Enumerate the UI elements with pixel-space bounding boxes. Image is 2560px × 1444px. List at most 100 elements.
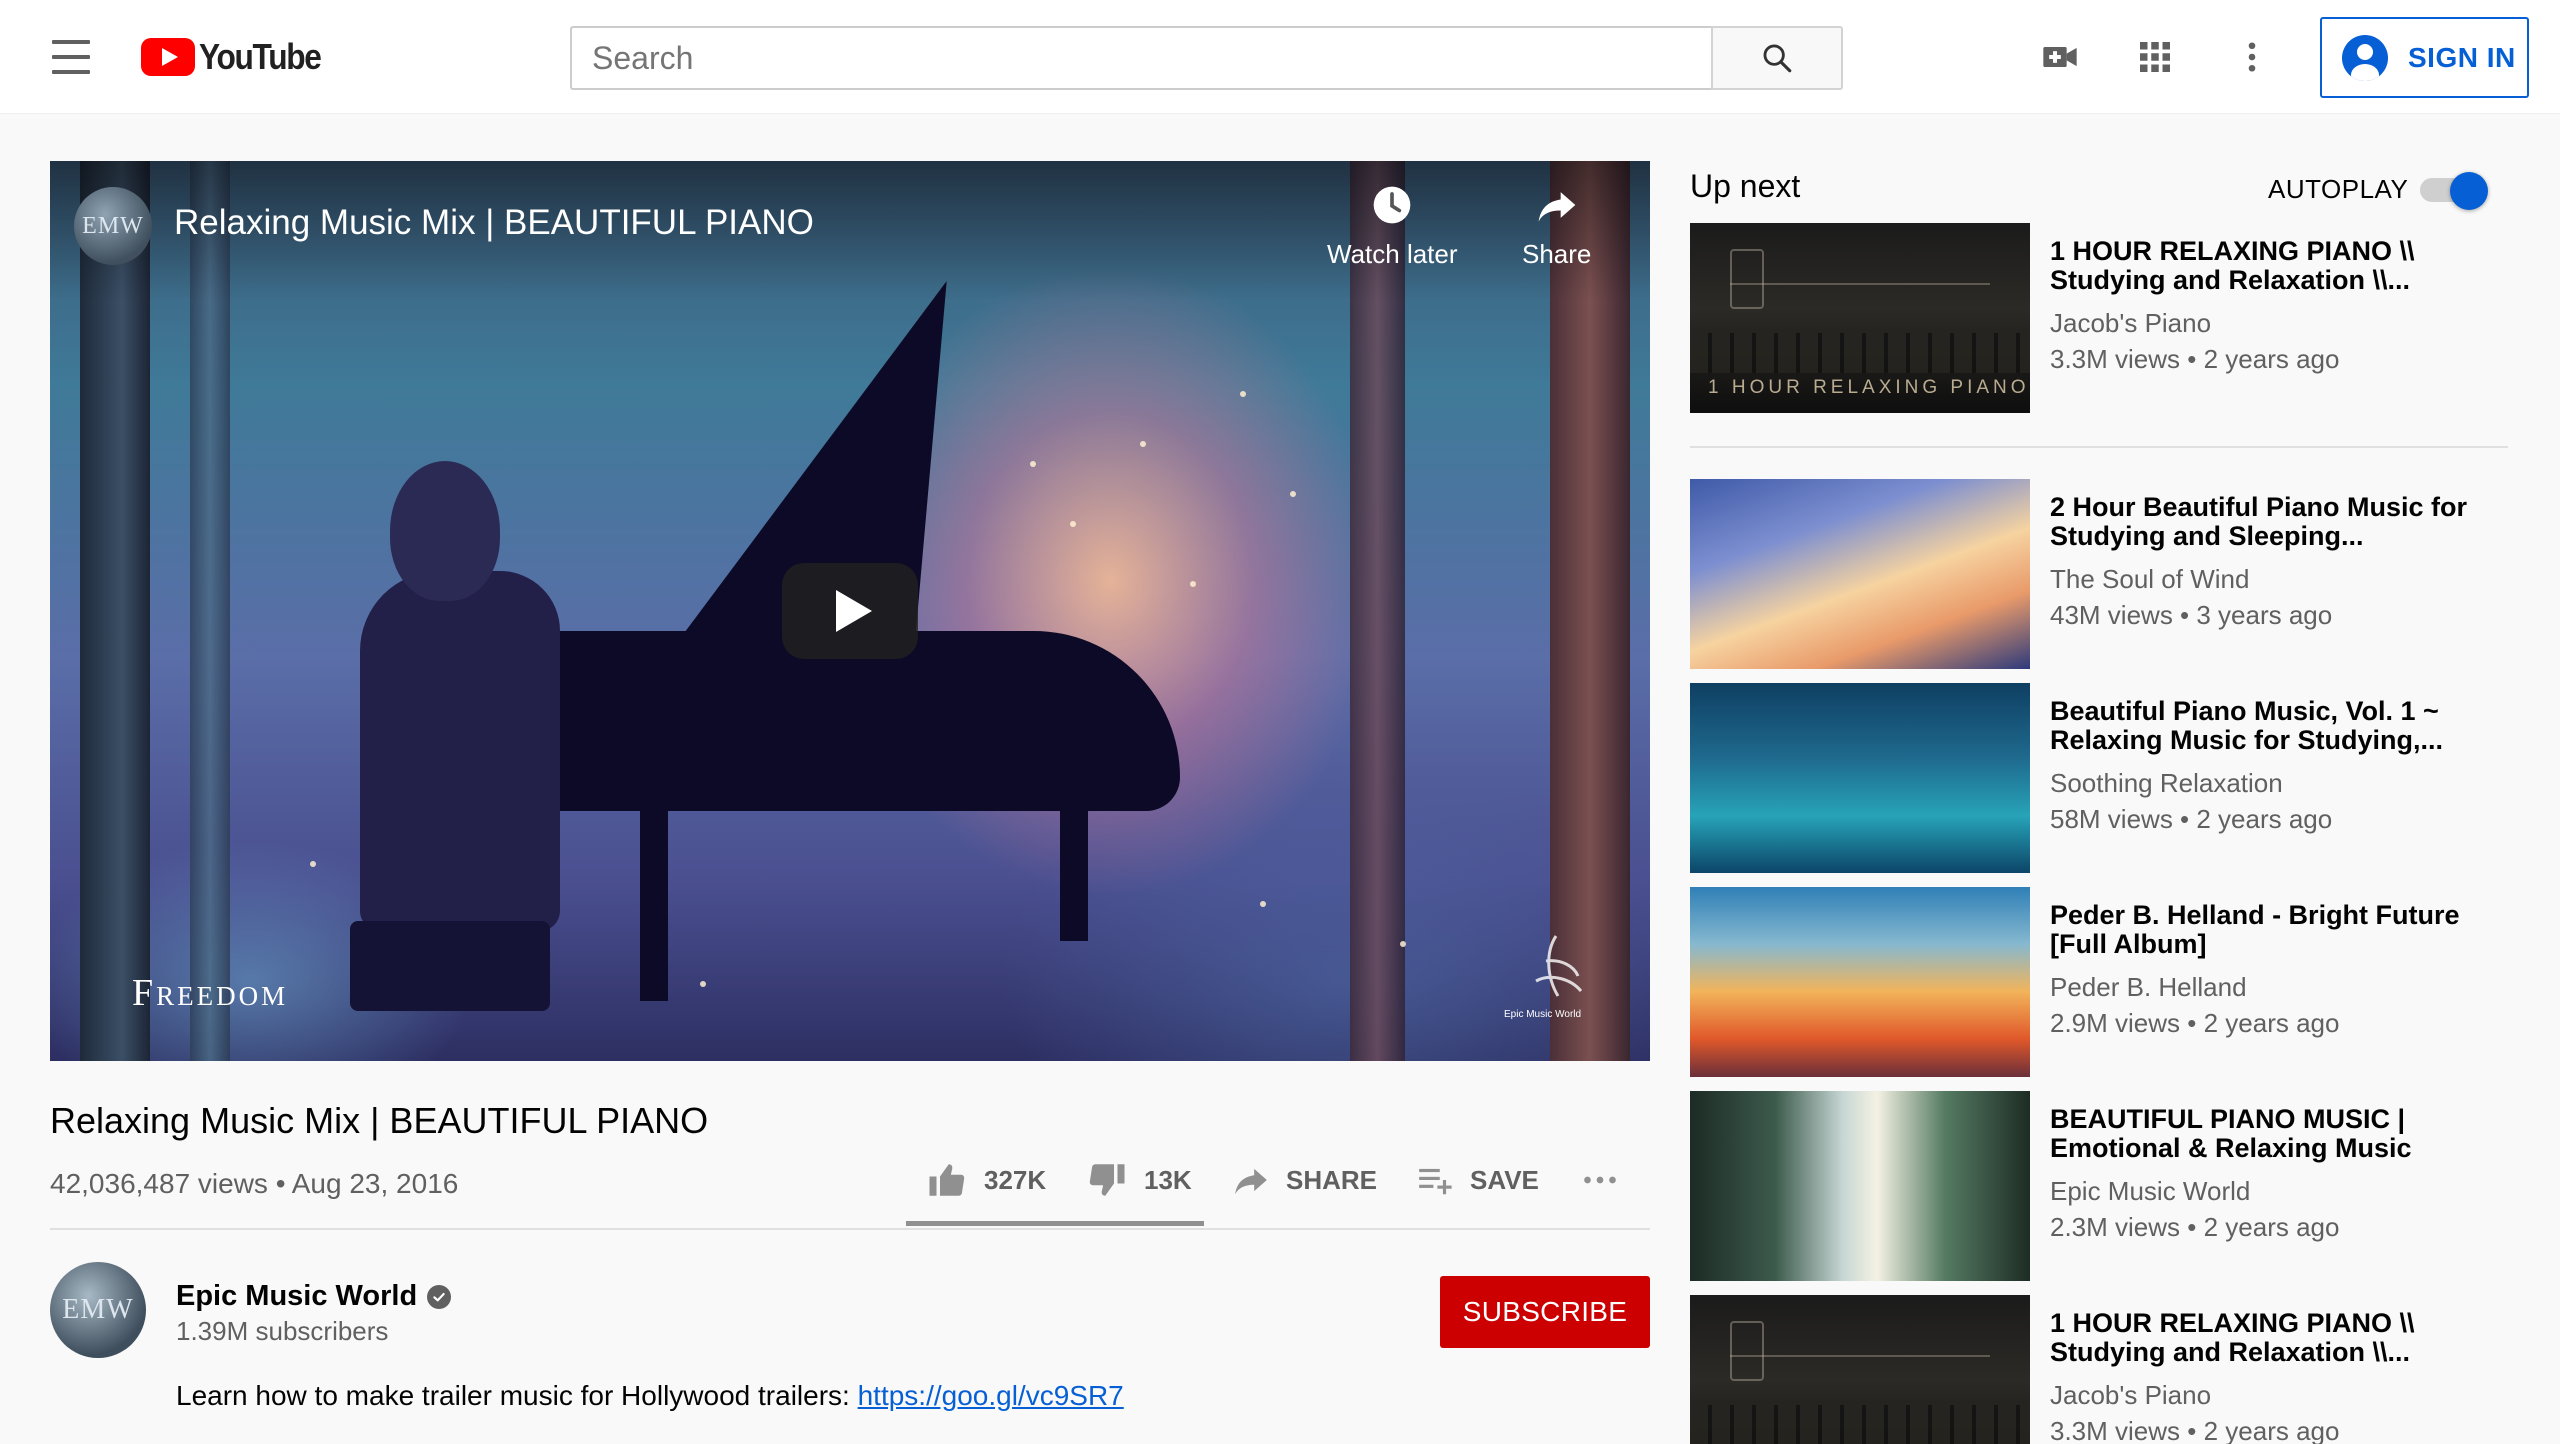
autoplay-label: AUTOPLAY xyxy=(2268,174,2409,204)
recommendation-channel: Jacob's Piano xyxy=(2050,308,2212,338)
like-button[interactable]: 327K xyxy=(926,1158,1046,1202)
video-thumbnail[interactable] xyxy=(1690,479,2030,669)
sparkle xyxy=(1140,441,1146,447)
save-button[interactable]: SAVE xyxy=(1416,1158,1539,1202)
search-box xyxy=(570,26,1843,90)
player-share-label: Share xyxy=(1522,239,1592,269)
search-input[interactable] xyxy=(570,26,1711,90)
watermark-text: Epic Music World xyxy=(1504,1009,1582,1020)
description-text: Learn how to make trailer music for Holl… xyxy=(176,1380,858,1411)
recommendation-item[interactable]: BEAUTIFUL PIANO MUSIC | Emotional & Rela… xyxy=(1690,1091,2530,1281)
pianist-figure xyxy=(360,571,560,931)
recommendation-meta: 58M views • 2 years ago xyxy=(2050,804,2333,834)
player-channel-avatar[interactable]: EMW xyxy=(74,187,152,265)
recommendation-item[interactable]: Peder B. Helland - Bright Future [Full A… xyxy=(1690,887,2530,1077)
video-thumbnail[interactable]: 1 HOUR RELAXING PIANO xyxy=(1690,223,2030,413)
owner-name[interactable]: Epic Music World xyxy=(176,1280,417,1313)
youtube-play-icon xyxy=(141,38,195,76)
logo-text: YouTube xyxy=(199,36,322,77)
more-horiz-icon xyxy=(1584,1176,1616,1184)
recommendation-meta: 43M views • 3 years ago xyxy=(2050,600,2333,630)
watch-later-button[interactable]: Watch later xyxy=(1327,183,1458,270)
dislike-button[interactable]: 13K xyxy=(1086,1158,1192,1202)
sparkle xyxy=(1190,581,1196,587)
player-share-button[interactable]: Share xyxy=(1522,183,1591,270)
more-actions-button[interactable] xyxy=(1580,1158,1620,1202)
video-description: Learn how to make trailer music for Holl… xyxy=(176,1380,1124,1412)
recommendation-item[interactable]: 2 Hour Beautiful Piano Music for Studyin… xyxy=(1690,479,2530,669)
recommendation-channel: The Soul of Wind xyxy=(2050,564,2250,594)
treble-clef-icon xyxy=(1730,249,1764,309)
recommendation-meta: 2.3M views • 2 years ago xyxy=(2050,1212,2340,1242)
player-overlay-title[interactable]: Relaxing Music Mix | BEAUTIFUL PIANO xyxy=(174,203,814,243)
thumbnail-line xyxy=(1730,283,1990,285)
sparkle xyxy=(1290,491,1296,497)
save-label: SAVE xyxy=(1470,1164,1539,1195)
thumbnail-text: 1 HOUR RELAXING PIANO xyxy=(1708,377,2030,398)
video-player[interactable]: EMW Relaxing Music Mix | BEAUTIFUL PIANO… xyxy=(50,161,1650,1061)
recommendation-meta: 3.3M views • 2 years ago xyxy=(2050,1416,2340,1444)
playlist-add-icon xyxy=(1419,1168,1452,1195)
dislike-count: 13K xyxy=(1144,1164,1192,1195)
sign-in-label: SIGN IN xyxy=(2408,41,2516,73)
verified-check-icon xyxy=(427,1284,452,1309)
piano-stool xyxy=(350,921,550,1011)
recommendation-channel: Jacob's Piano xyxy=(2050,1380,2212,1410)
create-video-icon[interactable] xyxy=(2036,33,2084,81)
thumbnail-keys xyxy=(1690,333,2030,373)
thumbs-down-icon xyxy=(1089,1164,1125,1196)
sparkle xyxy=(310,861,316,867)
toggle-knob xyxy=(2450,172,2488,210)
recommendation-title[interactable]: Peder B. Helland - Bright Future [Full A… xyxy=(2050,901,2520,959)
subscriber-count: 1.39M subscribers xyxy=(176,1316,389,1346)
menu-icon[interactable] xyxy=(52,40,94,74)
play-button[interactable] xyxy=(782,563,918,659)
recommendation-title[interactable]: 1 HOUR RELAXING PIANO \\ Studying and Re… xyxy=(2050,237,2520,295)
video-thumbnail[interactable] xyxy=(1690,1091,2030,1281)
account-circle-icon xyxy=(2342,34,2388,81)
treble-clef-icon xyxy=(1730,1321,1764,1381)
frame-caption: Freedom xyxy=(132,972,289,1014)
thumbnail-line xyxy=(1730,1355,1990,1357)
autoplay-toggle[interactable] xyxy=(2420,172,2492,210)
share-arrow-icon xyxy=(1538,192,1576,222)
clock-icon xyxy=(1373,186,1411,224)
recommendation-item[interactable]: Beautiful Piano Music, Vol. 1 ~ Relaxing… xyxy=(1690,683,2530,873)
more-vert-icon[interactable] xyxy=(2228,33,2276,81)
up-next-divider xyxy=(1690,446,2508,448)
video-thumbnail[interactable] xyxy=(1690,1295,2030,1444)
subscribe-button[interactable]: SUBSCRIBE xyxy=(1440,1276,1650,1348)
video-thumbnail[interactable] xyxy=(1690,887,2030,1077)
search-button[interactable] xyxy=(1711,26,1843,90)
like-count: 327K xyxy=(984,1164,1047,1195)
video-thumbnail[interactable] xyxy=(1690,683,2030,873)
sparkle xyxy=(1260,901,1266,907)
sparkle xyxy=(1400,941,1406,947)
recommendation-item[interactable]: 1 HOUR RELAXING PIANO \\ Studying and Re… xyxy=(1690,1295,2530,1444)
sparkle xyxy=(1030,461,1036,467)
youtube-logo[interactable]: YouTube xyxy=(141,36,337,78)
pianist-head xyxy=(390,461,500,601)
recommendation-channel: Soothing Relaxation xyxy=(2050,768,2283,798)
recommendation-channel: Peder B. Helland xyxy=(2050,972,2247,1002)
owner-avatar[interactable]: EMW xyxy=(50,1262,146,1358)
recommendation-title[interactable]: 1 HOUR RELAXING PIANO \\ Studying and Re… xyxy=(2050,1309,2520,1367)
recommendation-title[interactable]: 2 Hour Beautiful Piano Music for Studyin… xyxy=(2050,493,2520,551)
description-link[interactable]: https://goo.gl/vc9SR7 xyxy=(858,1380,1124,1411)
recommendation-channel: Epic Music World xyxy=(2050,1176,2251,1206)
recommendation-title[interactable]: BEAUTIFUL PIANO MUSIC | Emotional & Rela… xyxy=(2050,1105,2520,1163)
watch-later-label: Watch later xyxy=(1327,239,1458,269)
channel-watermark-icon xyxy=(1535,935,1583,997)
share-button[interactable]: SHARE xyxy=(1232,1158,1377,1202)
recommendation-meta: 2.9M views • 2 years ago xyxy=(2050,1008,2340,1038)
video-views-date: 42,036,487 views • Aug 23, 2016 xyxy=(50,1168,459,1199)
video-title: Relaxing Music Mix | BEAUTIFUL PIANO xyxy=(50,1100,709,1141)
sign-in-button[interactable]: SIGN IN xyxy=(2320,17,2529,98)
recommendation-title[interactable]: Beautiful Piano Music, Vol. 1 ~ Relaxing… xyxy=(2050,697,2520,755)
apps-grid-icon[interactable] xyxy=(2131,33,2179,81)
thumbnail-keys xyxy=(1690,1405,2030,1444)
thumbs-up-icon xyxy=(929,1164,965,1196)
sentiment-bar xyxy=(906,1221,1204,1226)
recommendation-item[interactable]: 1 HOUR RELAXING PIANO 1 HOUR RELAXING PI… xyxy=(1690,223,2530,413)
info-divider xyxy=(50,1228,1650,1230)
